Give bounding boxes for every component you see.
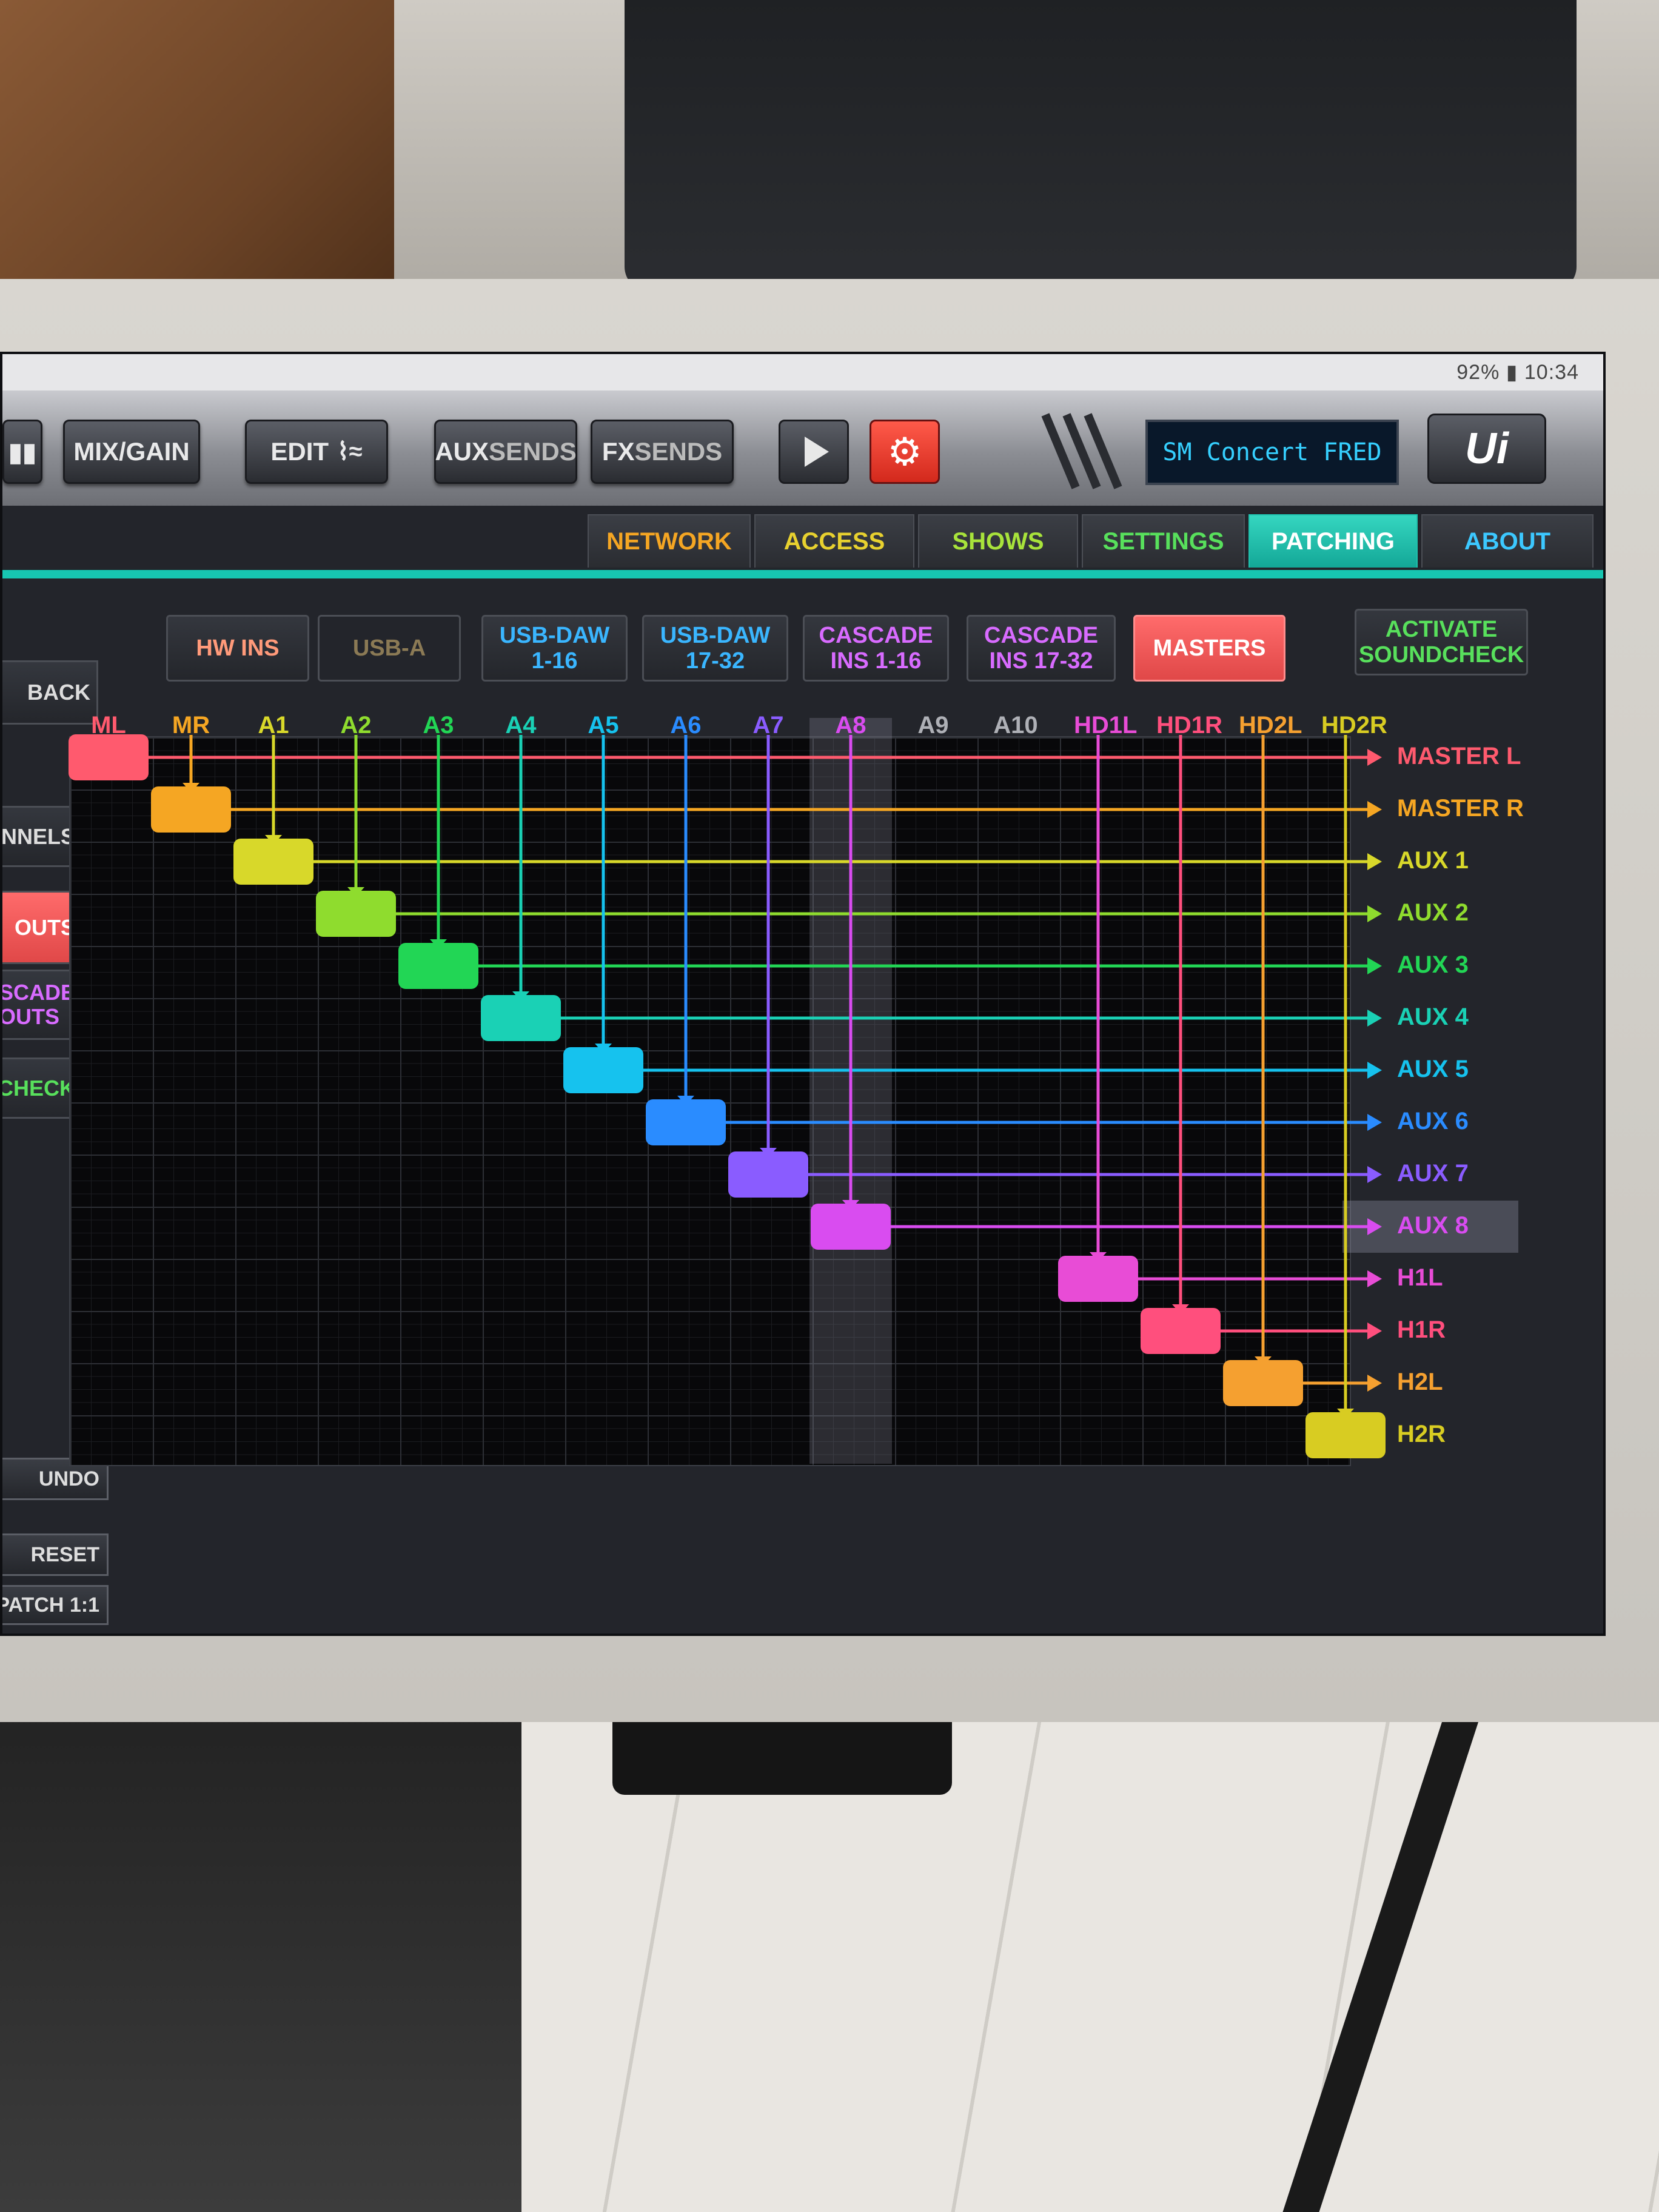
patch-point-hd2r[interactable] xyxy=(1305,1412,1386,1458)
patch-point-a7[interactable] xyxy=(728,1151,808,1198)
wire-arrow-right-aux-8 xyxy=(1367,1218,1382,1235)
patch-point-a2[interactable] xyxy=(316,891,396,937)
wire-arrow-right-aux-7 xyxy=(1367,1166,1382,1183)
wire-arrow-right-h1l xyxy=(1367,1270,1382,1287)
wire-arrow-right-aux-1 xyxy=(1367,853,1382,870)
patch-point-mr[interactable] xyxy=(151,786,231,833)
wire-arrow-right-aux-4 xyxy=(1367,1010,1382,1027)
patch-point-a3[interactable] xyxy=(398,943,478,989)
wire-arrow-right-master-r xyxy=(1367,801,1382,818)
tablet-bezel: 92% ▮ 10:34 ▮▮ MIX/GAIN EDIT ⌇≈ AUX SENDS… xyxy=(0,279,1659,1722)
wire-arrow-right-h1r xyxy=(1367,1322,1382,1339)
patch-point-ml[interactable] xyxy=(69,734,149,780)
wire-arrow-right-h2l xyxy=(1367,1375,1382,1392)
patch-point-a4[interactable] xyxy=(481,995,561,1041)
wire-arrow-right-aux-3 xyxy=(1367,957,1382,974)
wire-arrow-right-aux-6 xyxy=(1367,1114,1382,1131)
wire-arrow-right-aux-5 xyxy=(1367,1062,1382,1079)
patch-point-a5[interactable] xyxy=(563,1047,643,1093)
patch-point-a6[interactable] xyxy=(646,1099,726,1145)
patch-point-hd2l[interactable] xyxy=(1223,1360,1303,1406)
patch-point-a8[interactable] xyxy=(811,1204,891,1250)
background-monitor xyxy=(625,0,1577,291)
wire-arrow-right-aux-2 xyxy=(1367,905,1382,922)
mixer-screen: 92% ▮ 10:34 ▮▮ MIX/GAIN EDIT ⌇≈ AUX SENDS… xyxy=(0,352,1606,1636)
patch-point-hd1l[interactable] xyxy=(1058,1256,1138,1302)
wire-arrow-right-master-l xyxy=(1367,749,1382,766)
background-cabinet xyxy=(0,1716,521,2212)
patch-point-a1[interactable] xyxy=(233,839,313,885)
patch-point-hd1r[interactable] xyxy=(1141,1308,1221,1354)
patch-wires xyxy=(69,734,1386,1458)
